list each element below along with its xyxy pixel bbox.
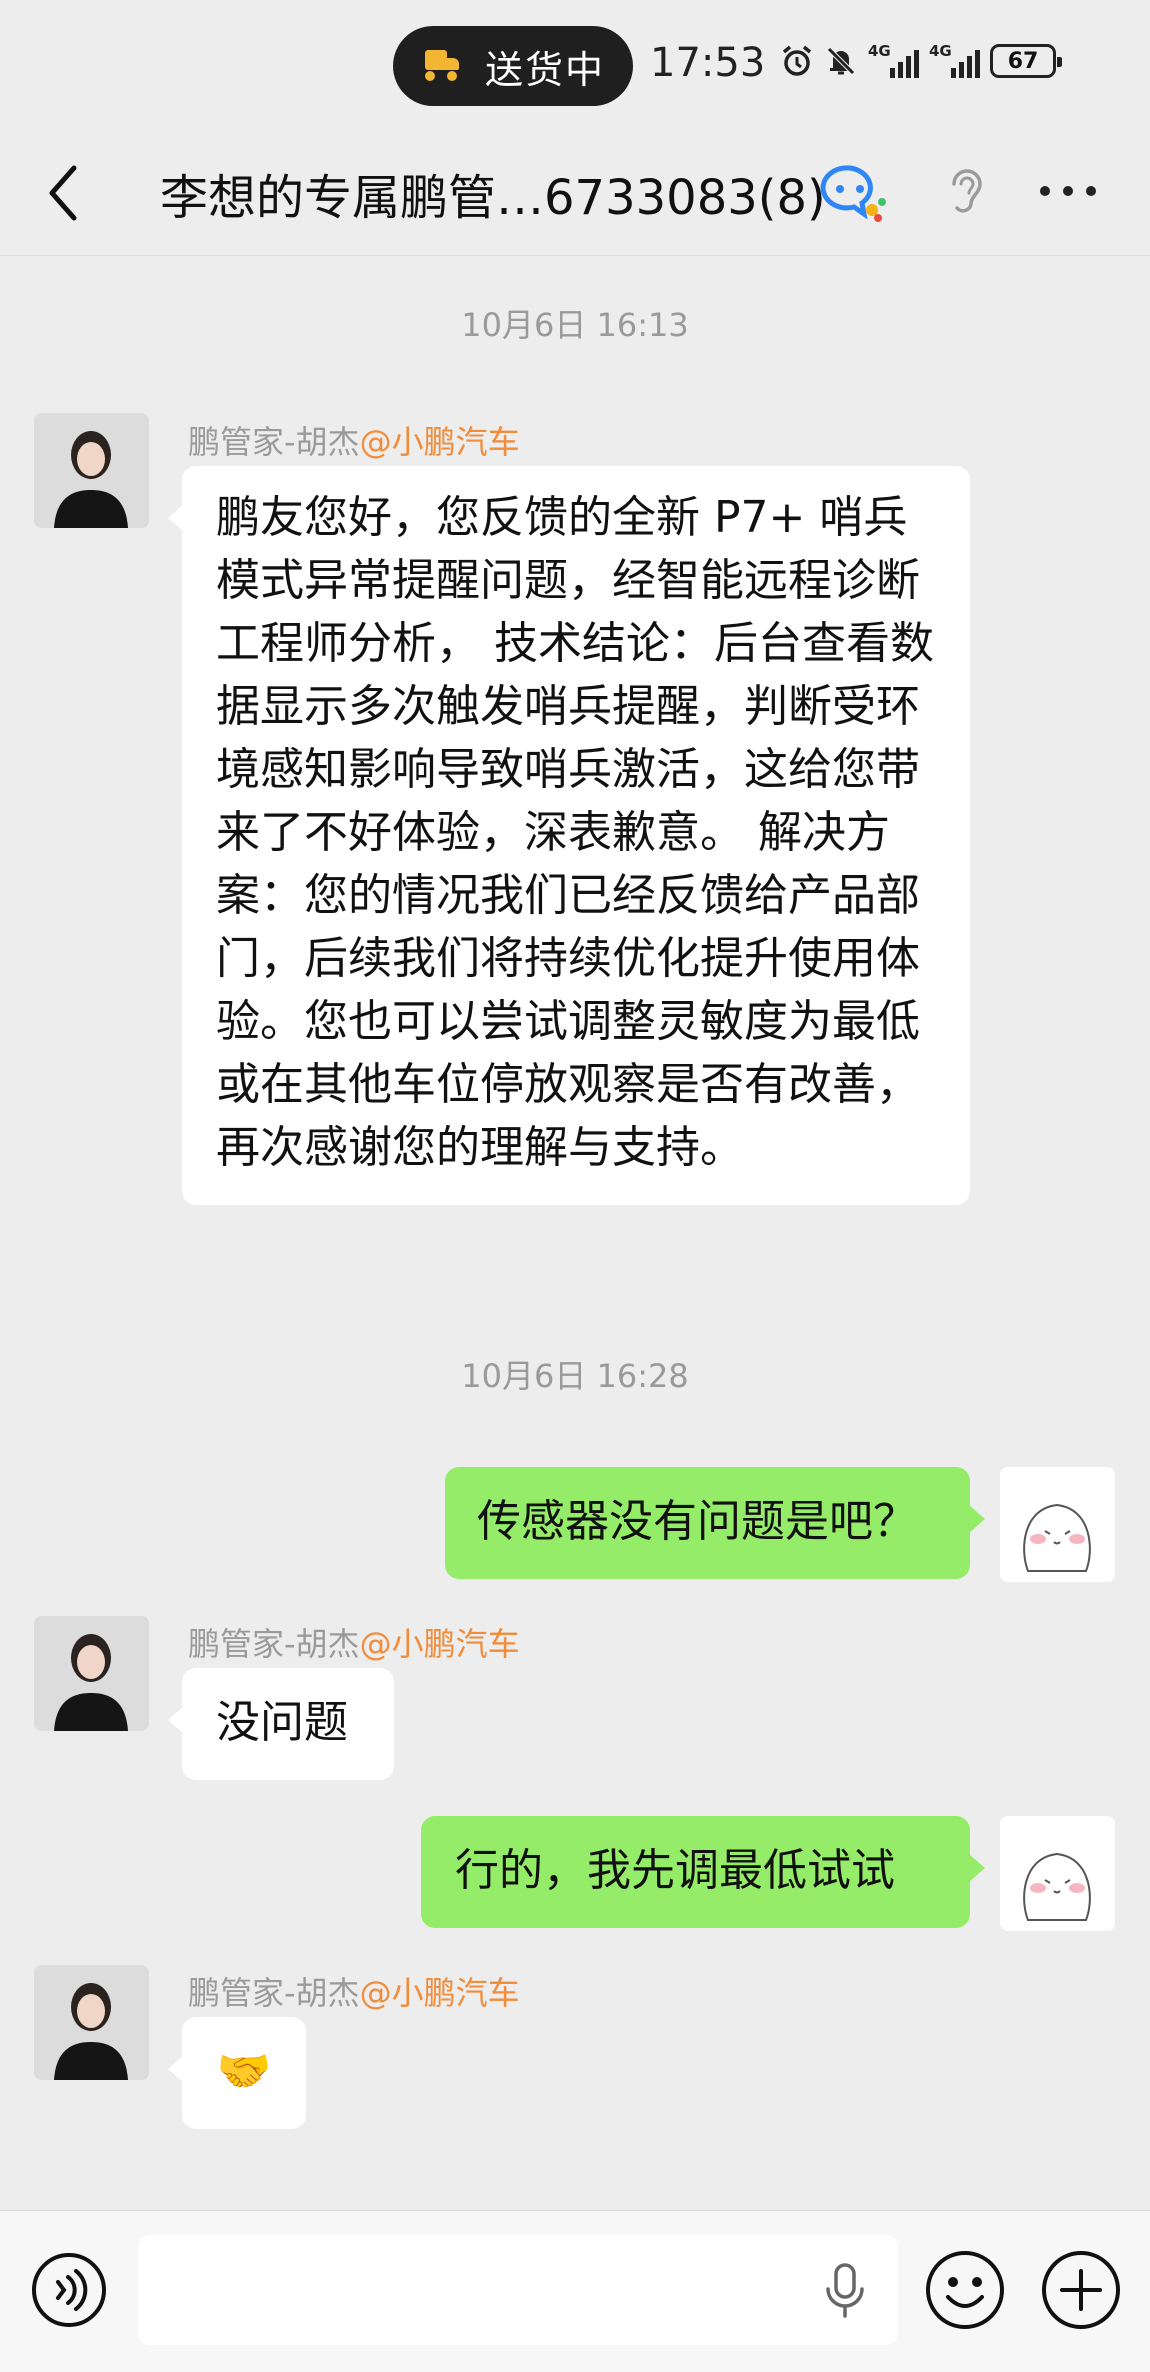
battery-icon: 67: [990, 44, 1062, 78]
emoji-icon[interactable]: [924, 2249, 1006, 2331]
sender-name: 鹏管家-胡杰@小鹏汽车: [188, 1974, 520, 2012]
mute-bell-icon: [827, 47, 855, 75]
delivery-status-label: 送货中: [485, 47, 606, 92]
system-icons: 4G 4G 67: [780, 42, 1062, 78]
avatar[interactable]: [34, 1965, 149, 2080]
outgoing-message-bubble[interactable]: 行的，我先调最低试试: [421, 1816, 985, 1928]
my-avatar[interactable]: [1000, 1467, 1115, 1582]
status-bar: 送货中 17:53 4G 4G 67: [0, 0, 1150, 130]
incoming-message-bubble[interactable]: 没问题: [168, 1668, 394, 1780]
plus-icon[interactable]: [1040, 2249, 1122, 2331]
incoming-message-bubble[interactable]: 鹏友您好，您反馈的全新 P7+ 哨兵模式异常提醒问题，经智能远程诊断工程师分析，…: [168, 466, 970, 1205]
chat-title[interactable]: 李想的专属鹏管…6733083(8): [160, 158, 826, 228]
message-text: 行的，我先调最低试试: [455, 1845, 895, 1896]
message-text: 传感器没有问题是吧？: [477, 1496, 917, 1547]
network-type-2: 4G: [929, 42, 952, 60]
group-chat-icon[interactable]: [820, 162, 886, 224]
input-bar: [0, 2210, 1150, 2372]
signal-strength-1-icon: 4G: [868, 42, 919, 78]
message-text: 没问题: [216, 1697, 348, 1748]
battery-level: 67: [1007, 48, 1039, 74]
voice-icon[interactable]: [30, 2251, 108, 2329]
sender-name: 鹏管家-胡杰@小鹏汽车: [188, 423, 520, 461]
status-time: 17:53: [650, 40, 766, 86]
incoming-message-bubble[interactable]: 🤝: [168, 2017, 306, 2129]
alarm-icon: [782, 45, 812, 76]
message-input[interactable]: [138, 2235, 898, 2345]
back-icon[interactable]: [40, 160, 90, 226]
my-avatar[interactable]: [1000, 1816, 1115, 1931]
network-type-1: 4G: [868, 42, 891, 60]
message-timestamp: 10月6日 16:13: [461, 306, 689, 344]
microphone-icon[interactable]: [822, 2261, 868, 2321]
outgoing-message-bubble[interactable]: 传感器没有问题是吧？: [445, 1467, 985, 1579]
chat-header: 李想的专属鹏管…6733083(8): [0, 130, 1150, 256]
delivery-status-pill[interactable]: 送货中: [393, 26, 633, 106]
handshake-emoji: 🤝: [216, 2046, 272, 2097]
message-text: 鹏友您好，您反馈的全新 P7+ 哨兵模式异常提醒问题，经智能远程诊断工程师分析，…: [216, 492, 934, 1173]
ear-icon[interactable]: [944, 164, 988, 220]
sender-name: 鹏管家-胡杰@小鹏汽车: [188, 1625, 520, 1663]
more-icon[interactable]: [1040, 186, 1096, 200]
delivery-truck-icon: [419, 46, 463, 86]
message-timestamp: 10月6日 16:28: [461, 1357, 689, 1395]
avatar[interactable]: [34, 1616, 149, 1731]
avatar[interactable]: [34, 413, 149, 528]
signal-strength-2-icon: 4G: [929, 42, 980, 78]
